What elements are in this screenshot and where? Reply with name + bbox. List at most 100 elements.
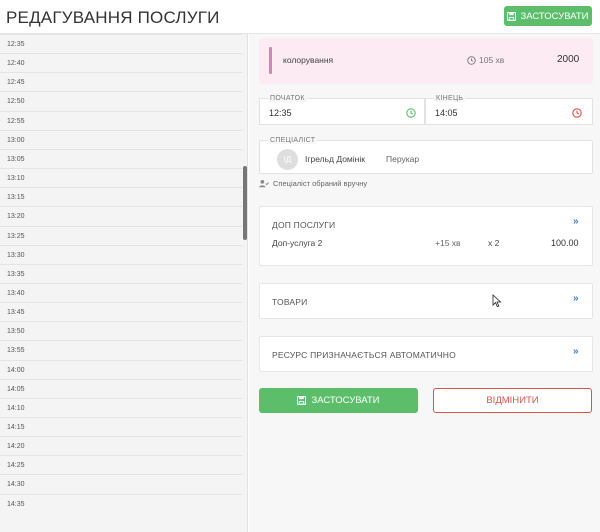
time-slot-label: 13:00 bbox=[7, 136, 25, 144]
save-icon bbox=[297, 396, 307, 405]
resource-title: РЕСУРС ПРИЗНАЧАЄТЬСЯ АВТОМАТИЧНО bbox=[272, 350, 456, 360]
apply-button[interactable]: ЗАСТОСУВАТИ bbox=[259, 388, 418, 413]
time-slot[interactable]: 14:05 bbox=[0, 378, 242, 398]
time-slot-label: 13:30 bbox=[7, 251, 25, 259]
addon-qty[interactable]: x 2 bbox=[488, 238, 499, 248]
time-slot-label: 12:40 bbox=[7, 60, 25, 68]
page-title: РЕДАГУВАННЯ ПОСЛУГИ bbox=[6, 8, 220, 27]
time-slot-label: 13:20 bbox=[7, 213, 25, 221]
time-slot-label: 14:15 bbox=[7, 424, 25, 431]
apply-button-top-label: ЗАСТОСУВАТИ bbox=[520, 10, 589, 22]
time-slot[interactable]: 13:05 bbox=[0, 148, 242, 168]
time-slot[interactable]: 12:40 bbox=[0, 53, 242, 72]
time-slot-label: 13:10 bbox=[7, 175, 25, 183]
end-time-field[interactable]: КІНЕЦЬ 14:05 bbox=[425, 95, 593, 125]
time-slot-label: 14:25 bbox=[7, 462, 25, 470]
time-slot-label: 13:45 bbox=[7, 309, 25, 317]
time-slot[interactable]: 12:45 bbox=[0, 72, 242, 91]
addon-time: +15 хв bbox=[435, 238, 461, 248]
user-check-icon bbox=[259, 180, 269, 188]
time-slot[interactable]: 13:00 bbox=[0, 129, 242, 149]
time-slot[interactable]: 14:20 bbox=[0, 436, 242, 455]
time-slot-label: 13:05 bbox=[7, 155, 25, 163]
time-slot-label: 14:30 bbox=[7, 481, 25, 489]
time-slot[interactable]: 14:35 bbox=[0, 493, 242, 513]
time-slot[interactable]: 12:55 bbox=[0, 110, 242, 130]
time-slot[interactable]: 13:35 bbox=[0, 263, 242, 283]
addon-name: Доп-услуга 2 bbox=[272, 238, 323, 248]
time-slot-label: 14:00 bbox=[7, 366, 25, 374]
time-slot[interactable]: 13:55 bbox=[0, 340, 242, 359]
cancel-button[interactable]: ВІДМІНИТИ bbox=[433, 388, 592, 413]
specialist-note: Спеціаліст обраний вручну bbox=[259, 179, 367, 188]
time-slot[interactable]: 13:45 bbox=[0, 302, 242, 321]
time-slot-label: 14:10 bbox=[7, 404, 25, 412]
specialist-label: СПЕЦІАЛІСТ bbox=[268, 137, 318, 144]
save-icon bbox=[507, 11, 517, 21]
end-time-label: КІНЕЦЬ bbox=[434, 95, 466, 102]
service-duration-text: 105 хв bbox=[479, 55, 505, 65]
time-slot-label: 12:35 bbox=[7, 41, 25, 48]
service-card[interactable]: колорування 105 хв 2000 bbox=[259, 38, 593, 84]
time-slot[interactable]: 13:30 bbox=[0, 244, 242, 264]
specialist-name: Ігрельд Домінік bbox=[305, 154, 365, 164]
time-slot[interactable]: 14:00 bbox=[0, 359, 242, 379]
time-slot-label: 14:35 bbox=[7, 500, 25, 508]
specialist-role: Перукар bbox=[386, 154, 420, 164]
time-slot-label: 13:55 bbox=[7, 347, 25, 355]
time-slot-label: 14:05 bbox=[7, 385, 25, 393]
clock-red-icon[interactable] bbox=[572, 108, 582, 118]
time-slot-label: 12:45 bbox=[7, 79, 25, 87]
time-slot-label: 13:35 bbox=[7, 270, 25, 278]
apply-button-top[interactable]: ЗАСТОСУВАТИ bbox=[504, 6, 592, 26]
service-duration: 105 хв bbox=[467, 55, 504, 65]
time-slot[interactable]: 13:10 bbox=[0, 168, 242, 187]
start-time-field[interactable]: ПОЧАТОК 12:35 bbox=[259, 95, 425, 125]
end-time-value: 14:05 bbox=[435, 108, 458, 118]
time-slot[interactable]: 13:15 bbox=[0, 187, 242, 206]
specialist-note-text: Спеціаліст обраний вручну bbox=[273, 179, 368, 188]
time-slot[interactable]: 13:25 bbox=[0, 225, 242, 245]
timeline-scrollbar[interactable] bbox=[243, 166, 247, 240]
time-slot[interactable]: 13:40 bbox=[0, 282, 242, 302]
chevron-double-right-icon[interactable]: » bbox=[573, 293, 579, 304]
edit-service-screen: РЕДАГУВАННЯ ПОСЛУГИ ЗАСТОСУВАТИ 12:35 12:… bbox=[0, 0, 600, 532]
start-time-label: ПОЧАТОК bbox=[268, 95, 307, 102]
specialist-field[interactable]: СПЕЦІАЛІСТ ІД Ігрельд Домінік Перукар bbox=[259, 137, 593, 174]
chevron-double-right-icon[interactable]: » bbox=[573, 216, 579, 227]
page-header: РЕДАГУВАННЯ ПОСЛУГИ ЗАСТОСУВАТИ bbox=[0, 0, 600, 34]
time-slot-label: 13:15 bbox=[7, 194, 25, 202]
time-slot[interactable]: 14:30 bbox=[0, 474, 242, 493]
time-slot[interactable]: 14:25 bbox=[0, 455, 242, 474]
cancel-button-label: ВІДМІНИТИ bbox=[486, 395, 539, 406]
addons-title: ДОП ПОСЛУГИ bbox=[272, 220, 336, 230]
time-slot-label: 13:40 bbox=[7, 289, 25, 297]
time-slot-label: 12:55 bbox=[7, 117, 25, 125]
mouse-cursor-icon bbox=[492, 294, 502, 308]
chevron-double-right-icon[interactable]: » bbox=[573, 346, 579, 357]
service-price: 2000 bbox=[557, 54, 580, 65]
time-slot-label: 12:50 bbox=[7, 98, 25, 106]
resource-section[interactable]: РЕСУРС ПРИЗНАЧАЄТЬСЯ АВТОМАТИЧНО » bbox=[259, 336, 593, 372]
time-slot-label: 13:50 bbox=[7, 328, 25, 336]
time-slot[interactable]: 12:35 bbox=[0, 34, 242, 53]
apply-button-label: ЗАСТОСУВАТИ bbox=[311, 395, 380, 406]
avatar: ІД bbox=[277, 149, 298, 170]
clock-green-icon[interactable] bbox=[406, 108, 416, 118]
addon-price: 100.00 bbox=[551, 238, 579, 248]
time-slot[interactable]: 14:15 bbox=[0, 417, 242, 436]
service-color-bar bbox=[269, 47, 272, 74]
schedule-timeline[interactable]: 12:35 12:40 12:45 12:50 12:55 13:00 13:05 13:10… bbox=[0, 34, 248, 532]
goods-section[interactable]: ТОВАРИ » bbox=[259, 283, 593, 319]
time-slot[interactable]: 13:20 bbox=[0, 206, 242, 225]
time-slot-label: 13:25 bbox=[7, 232, 25, 240]
time-slot-label: 14:20 bbox=[7, 443, 25, 451]
start-time-value: 12:35 bbox=[269, 108, 292, 118]
time-slot[interactable]: 14:10 bbox=[0, 397, 242, 417]
time-slot[interactable]: 13:50 bbox=[0, 321, 242, 340]
clock-icon bbox=[467, 55, 476, 65]
addons-section: ДОП ПОСЛУГИ » Доп-услуга 2 +15 хв x 2 10… bbox=[259, 206, 593, 266]
service-name: колорування bbox=[283, 55, 334, 65]
time-slot[interactable]: 12:50 bbox=[0, 91, 242, 110]
goods-title: ТОВАРИ bbox=[272, 297, 308, 307]
